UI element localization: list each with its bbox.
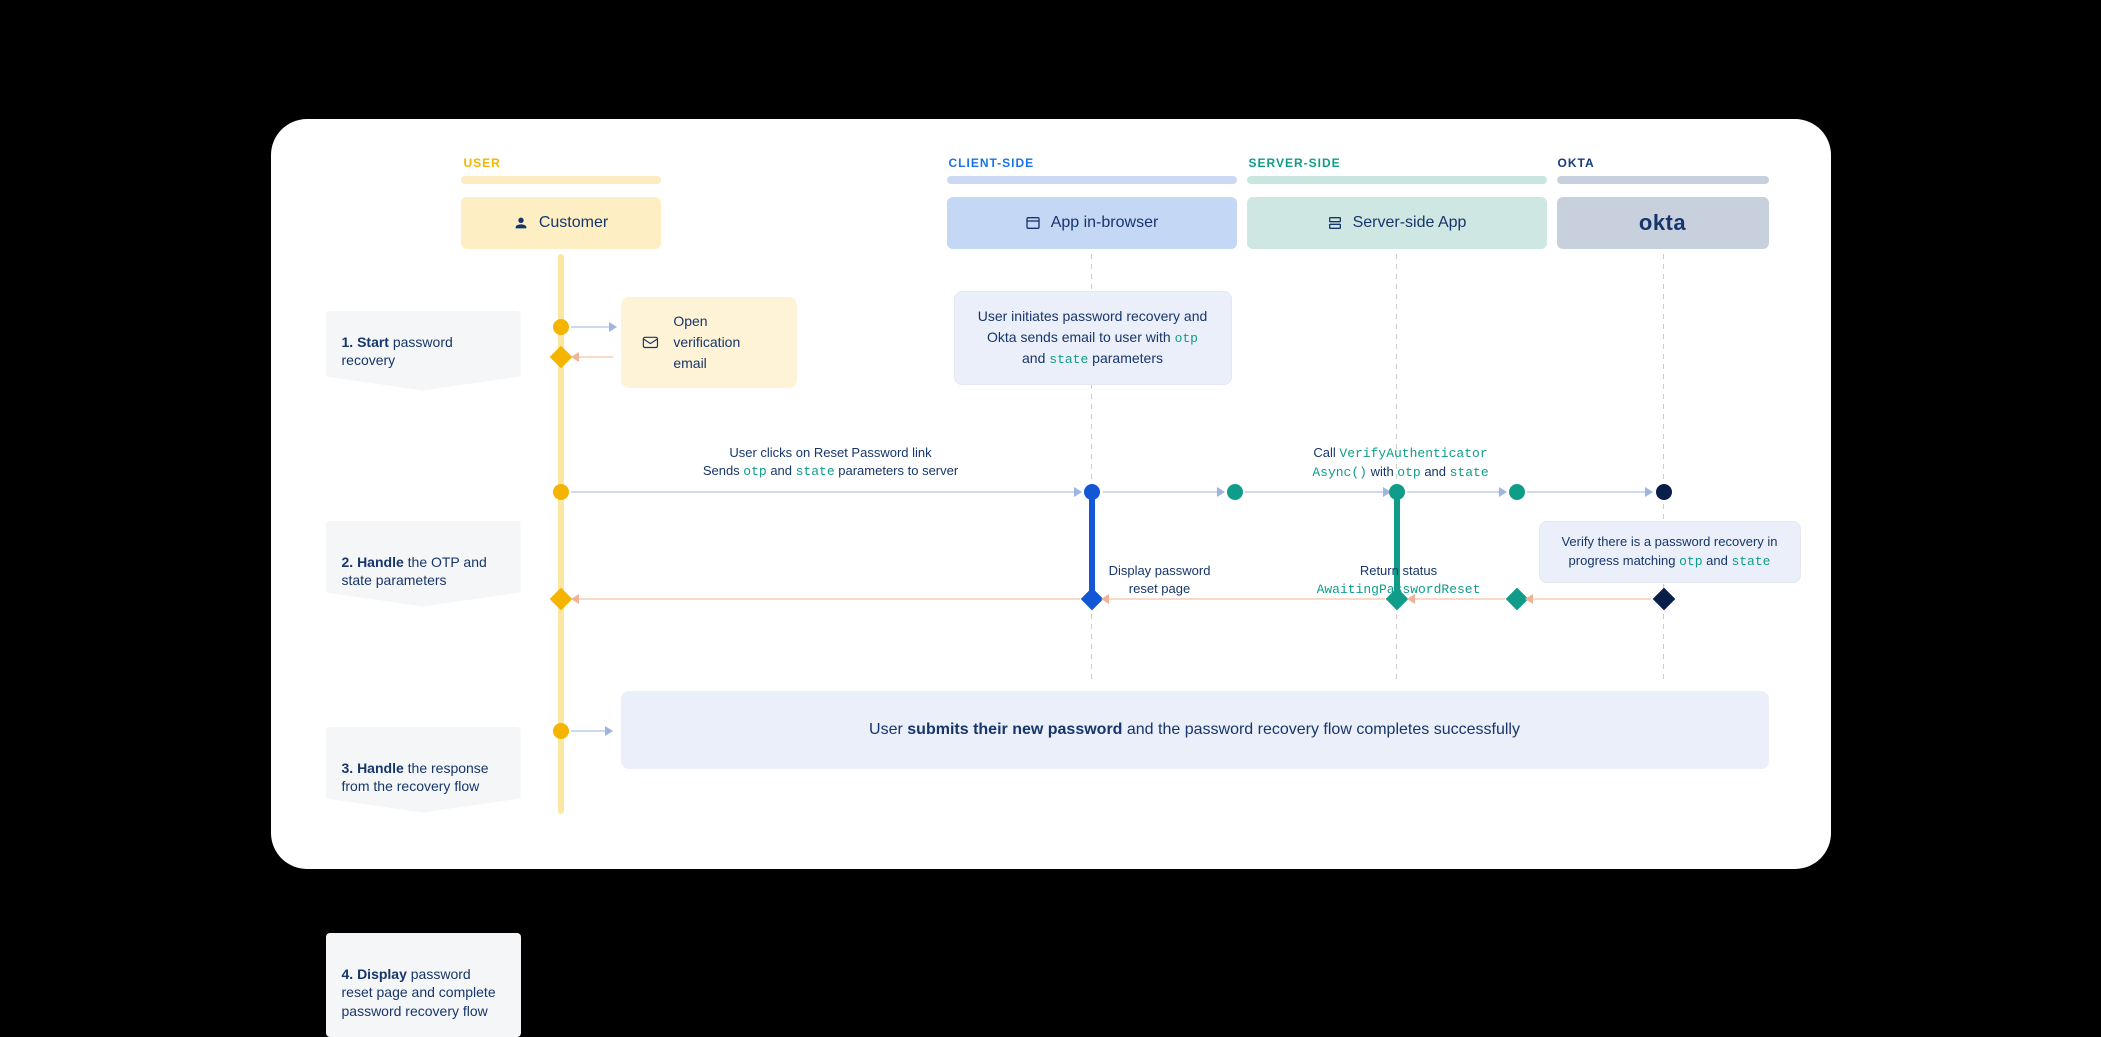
mail-icon — [641, 329, 660, 355]
lane-box-client: App in-browser — [947, 197, 1237, 249]
lane-box-client-label: App in-browser — [1051, 214, 1159, 232]
sequence-diagram: USER CLIENT-SIDE SERVER-SIDE OKTA Custom… — [271, 119, 1831, 869]
activation-user-4 — [553, 723, 569, 739]
arrow-server-inner — [1245, 491, 1385, 493]
arrow-text-2: Call VerifyAuthenticator Async() with ot… — [1271, 444, 1531, 484]
arrow-email-back — [577, 356, 613, 358]
underline-server — [1247, 176, 1547, 184]
lane-box-server: Server-side App — [1247, 197, 1547, 249]
arrowhead-okta-ret — [1525, 594, 1533, 604]
arrowhead-so-e — [1499, 487, 1507, 497]
arrowhead-okta — [1645, 487, 1653, 497]
note-final: User submits their new password and the … — [621, 691, 1769, 769]
lane-box-user-label: Customer — [539, 214, 608, 232]
arrow-text-return1: Return status AwaitingPasswordReset — [1289, 562, 1509, 601]
arrow-text-1: User clicks on Reset Password link Sends… — [661, 444, 1001, 483]
activation-user-2 — [553, 484, 569, 500]
arrow-client-to-server-dash — [1103, 491, 1219, 493]
step-3: 3. Handle the response from the recovery… — [326, 727, 521, 813]
note-okta-verify: Verify there is a password recovery in p… — [1539, 521, 1801, 583]
step-4: 4. Display password reset page and compl… — [326, 933, 521, 1037]
lane-label-okta: OKTA — [1558, 156, 1595, 170]
server-icon — [1327, 215, 1343, 231]
activation-server-entry — [1227, 484, 1243, 500]
arrow-server-to-okta-entry — [1407, 491, 1501, 493]
lane-label-client: CLIENT-SIDE — [949, 156, 1035, 170]
arrow-final — [571, 730, 607, 732]
arrowhead-email-back — [571, 352, 579, 362]
arrowhead-open-email — [609, 322, 617, 332]
lifeline-okta — [1663, 254, 1664, 684]
arrow-client-to-user-ret — [577, 598, 1080, 600]
arrowhead-cu-ret — [571, 594, 579, 604]
lane-box-okta: okta — [1557, 197, 1769, 249]
arrowhead-user-to-client — [1074, 487, 1082, 497]
return-user-1 — [549, 345, 572, 368]
activation-user-1 — [553, 319, 569, 335]
underline-user — [461, 176, 661, 184]
okta-logo: okta — [1639, 210, 1686, 236]
lane-label-server: SERVER-SIDE — [1249, 156, 1341, 170]
user-icon — [513, 215, 529, 231]
lane-label-user: USER — [464, 156, 501, 170]
arrow-okta-ret — [1531, 598, 1651, 600]
browser-icon — [1025, 215, 1041, 231]
step-1: 1. Start password recovery — [326, 311, 521, 391]
step-2: 2. Handle the OTP and state parameters — [326, 521, 521, 607]
note-email: Open verification email — [621, 297, 797, 388]
arrowhead-cs — [1217, 487, 1225, 497]
activation-okta — [1656, 484, 1672, 500]
arrow-user-to-client — [571, 491, 1076, 493]
note-client-init: User initiates password recovery and Okt… — [954, 291, 1232, 385]
lane-box-user: Customer — [461, 197, 661, 249]
arrow-open-email — [571, 326, 611, 328]
arrowhead-final — [605, 726, 613, 736]
underline-okta — [1557, 176, 1769, 184]
arrow-to-okta — [1527, 491, 1647, 493]
lane-box-server-label: Server-side App — [1353, 214, 1467, 232]
underline-client — [947, 176, 1237, 184]
return-user-3 — [549, 587, 572, 610]
arrow-text-return2: Display password reset page — [1091, 562, 1229, 600]
activation-server-exit — [1509, 484, 1525, 500]
return-okta — [1652, 587, 1675, 610]
